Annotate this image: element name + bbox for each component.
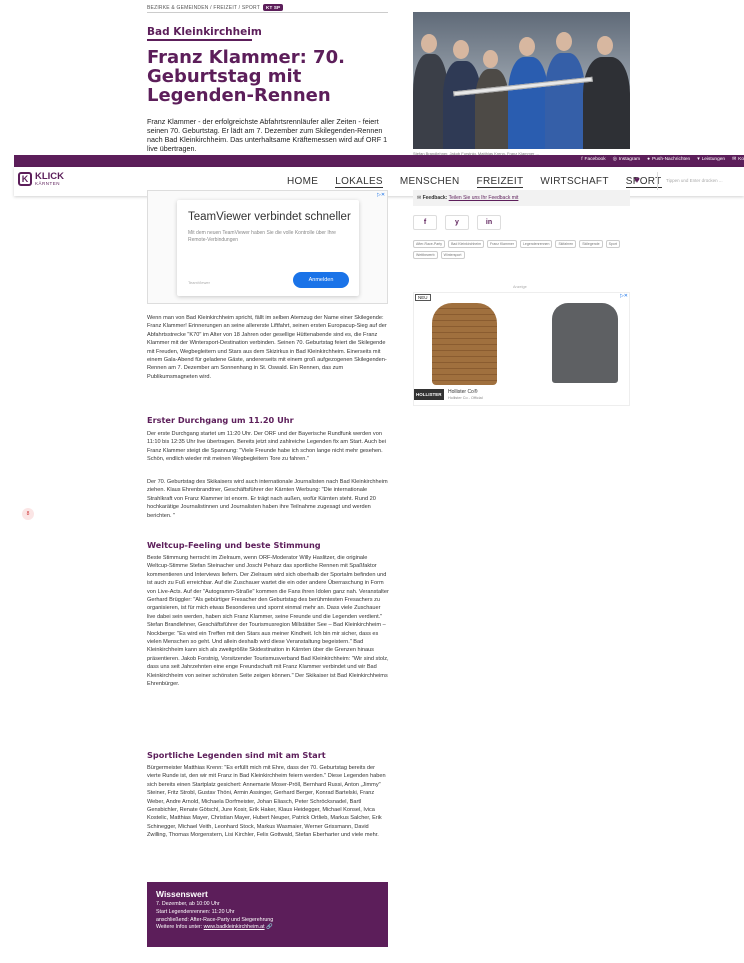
tag[interactable]: Wettbewerb	[413, 251, 438, 259]
article-paragraph: Beste Stimmung herrscht im Zielraum, wen…	[147, 555, 389, 688]
search-input[interactable]: Tippen und Enter drücken ...	[657, 172, 744, 190]
ad-choices-icon[interactable]: ▷✕	[377, 192, 385, 198]
feedback-box: ✉ Feedback: Teilen Sie uns Ihr Feedback …	[413, 190, 630, 206]
linkedin-icon: in	[485, 219, 493, 226]
tag-list: After-Race-Party Bad Kleinkirchheim Fran…	[413, 240, 630, 259]
instagram-icon: ◎	[612, 157, 617, 162]
logo-mark: K	[18, 172, 32, 186]
push-label: Push-Nachrichten	[652, 157, 691, 162]
advertiser-name[interactable]: Hollister Co®	[448, 389, 478, 395]
info-title: Wissenswert	[156, 889, 208, 899]
site-logo[interactable]: K KLICK KÄRNTEN	[18, 170, 65, 186]
breadcrumb: BEZIRKE & GEMEINDEN / FREIZEIT / SPORT K…	[147, 4, 284, 11]
heart-icon[interactable]: ♥	[634, 175, 640, 186]
sweater-image[interactable]	[552, 303, 618, 383]
hollister-ad[interactable]: NEU ▷✕ HOLLISTER Hollister Co® Hollister…	[413, 292, 630, 406]
facebook-link[interactable]: f Facebook	[581, 157, 605, 162]
info-line: 7. Dezember, ab 10:00 Uhr	[156, 901, 220, 907]
services-label: Leistungen	[701, 157, 726, 162]
more-label: Ko	[738, 157, 744, 162]
logo-subtext: KÄRNTEN	[35, 180, 61, 186]
ad-brand: TeamViewer	[188, 280, 210, 285]
feedback-link[interactable]: Teilen Sie uns Ihr Feedback mit	[449, 195, 519, 201]
article-paragraph: Wenn man von Bad Kleinkirchheim spricht,…	[147, 315, 387, 380]
more-link[interactable]: ✉ Ko	[732, 157, 744, 162]
share-buttons: f y in	[413, 215, 501, 230]
section-heading: Sportliche Legenden sind mit am Start	[147, 750, 326, 760]
tag[interactable]: Skifahren	[555, 240, 577, 248]
services-link[interactable]: ▾ Leistungen	[697, 157, 725, 162]
main-menu: HOME LOKALES MENSCHEN FREIZEIT WIRTSCHAF…	[287, 176, 662, 188]
info-link[interactable]: www.badkleinkirchheim.at	[204, 924, 265, 930]
nav-wirtschaft[interactable]: WIRTSCHAFT	[540, 176, 608, 188]
mail-icon: ✉	[732, 157, 737, 162]
facebook-label: Facebook	[584, 157, 606, 162]
advertiser-sub: Hollister Co - Official	[448, 396, 483, 400]
share-twitter-button[interactable]: y	[445, 215, 469, 230]
tag[interactable]: Bad Kleinkirchheim	[448, 240, 485, 248]
ad-signin-button[interactable]: Anmelden	[293, 272, 349, 288]
tag[interactable]: After-Race-Party	[413, 240, 446, 248]
nav-lokales[interactable]: LOKALES	[335, 176, 383, 188]
feedback-label: Feedback:	[422, 195, 448, 201]
share-facebook-button[interactable]: f	[413, 215, 437, 230]
breadcrumb-text[interactable]: BEZIRKE & GEMEINDEN / FREIZEIT / SPORT	[147, 5, 260, 11]
tag[interactable]: Franz Klammer	[487, 240, 517, 248]
article-photo[interactable]	[413, 12, 630, 149]
nav-home[interactable]: HOME	[287, 176, 318, 188]
region-label[interactable]: Bad Kleinkirchheim	[147, 26, 262, 38]
ad-title[interactable]: TeamViewer verbindet schneller	[188, 211, 351, 223]
instagram-link[interactable]: ◎ Instagram	[613, 157, 641, 162]
article-title: Franz Klammer: 70. Geburtstag mit Legend…	[147, 47, 345, 106]
external-link-icon: 🔗	[266, 924, 273, 931]
info-link-prefix: Weitere Infos unter:	[156, 924, 204, 931]
article-paragraph: Der erste Durchgang startet um 11:20 Uhr…	[147, 431, 387, 463]
ad-label: Anzeige	[513, 285, 527, 289]
comment-count-badge[interactable]: 8	[22, 508, 34, 520]
ad-choices-icon[interactable]: ▷✕	[620, 293, 628, 299]
top-strip-links: f Facebook ◎ Instagram ● Push-Nachrichten ▾…	[581, 157, 744, 162]
cart-icon: ▾	[697, 157, 700, 162]
section-heading: Erster Durchgang um 11.20 Uhr	[147, 415, 294, 425]
share-linkedin-button[interactable]: in	[477, 215, 501, 230]
logo-text: KLICK	[35, 170, 65, 182]
feedback-icon: ✉	[417, 195, 422, 201]
twitter-icon: y	[455, 219, 459, 226]
tag[interactable]: Wintersport	[440, 251, 465, 259]
article-paragraph: Bürgermeister Matthias Krenn: "Es erfüll…	[147, 765, 386, 839]
instagram-label: Instagram	[618, 157, 641, 162]
info-link-line: Weitere Infos unter: www.badkleinkirchhe…	[156, 924, 379, 932]
nav-menschen[interactable]: MENSCHEN	[400, 176, 460, 188]
info-box: Wissenswert 7. Dezember, ab 10:00 Uhr St…	[147, 882, 388, 947]
facebook-icon: f	[581, 157, 583, 162]
push-link[interactable]: ● Push-Nachrichten	[647, 157, 690, 162]
divider	[147, 12, 388, 13]
ad-text: Mit dem neuen TeamViewer haben Sie die v…	[188, 230, 336, 243]
info-line: Start Legendenrennen: 11:20 Uhr	[156, 908, 235, 915]
jacket-image[interactable]	[432, 303, 497, 385]
new-badge: NEU	[415, 294, 431, 301]
nav-freizeit[interactable]: FREIZEIT	[476, 176, 524, 188]
tag[interactable]: Skilegende	[579, 240, 603, 248]
hollister-logo: HOLLISTER	[414, 389, 444, 400]
article-lead: Franz Klammer - der erfolgreichste Abfah…	[147, 117, 388, 154]
breadcrumb-badge: KT SP	[263, 4, 284, 11]
region-underline	[147, 39, 252, 41]
section-heading: Weltcup-Feeling und beste Stimmung	[147, 540, 321, 550]
tag[interactable]: Sport	[605, 240, 620, 248]
article-paragraph: Der 70. Geburtstag des Skikaisers wird a…	[147, 479, 388, 519]
facebook-icon: f	[423, 219, 427, 226]
bell-icon: ●	[647, 157, 651, 162]
tag[interactable]: Legendenrennen	[519, 240, 553, 248]
